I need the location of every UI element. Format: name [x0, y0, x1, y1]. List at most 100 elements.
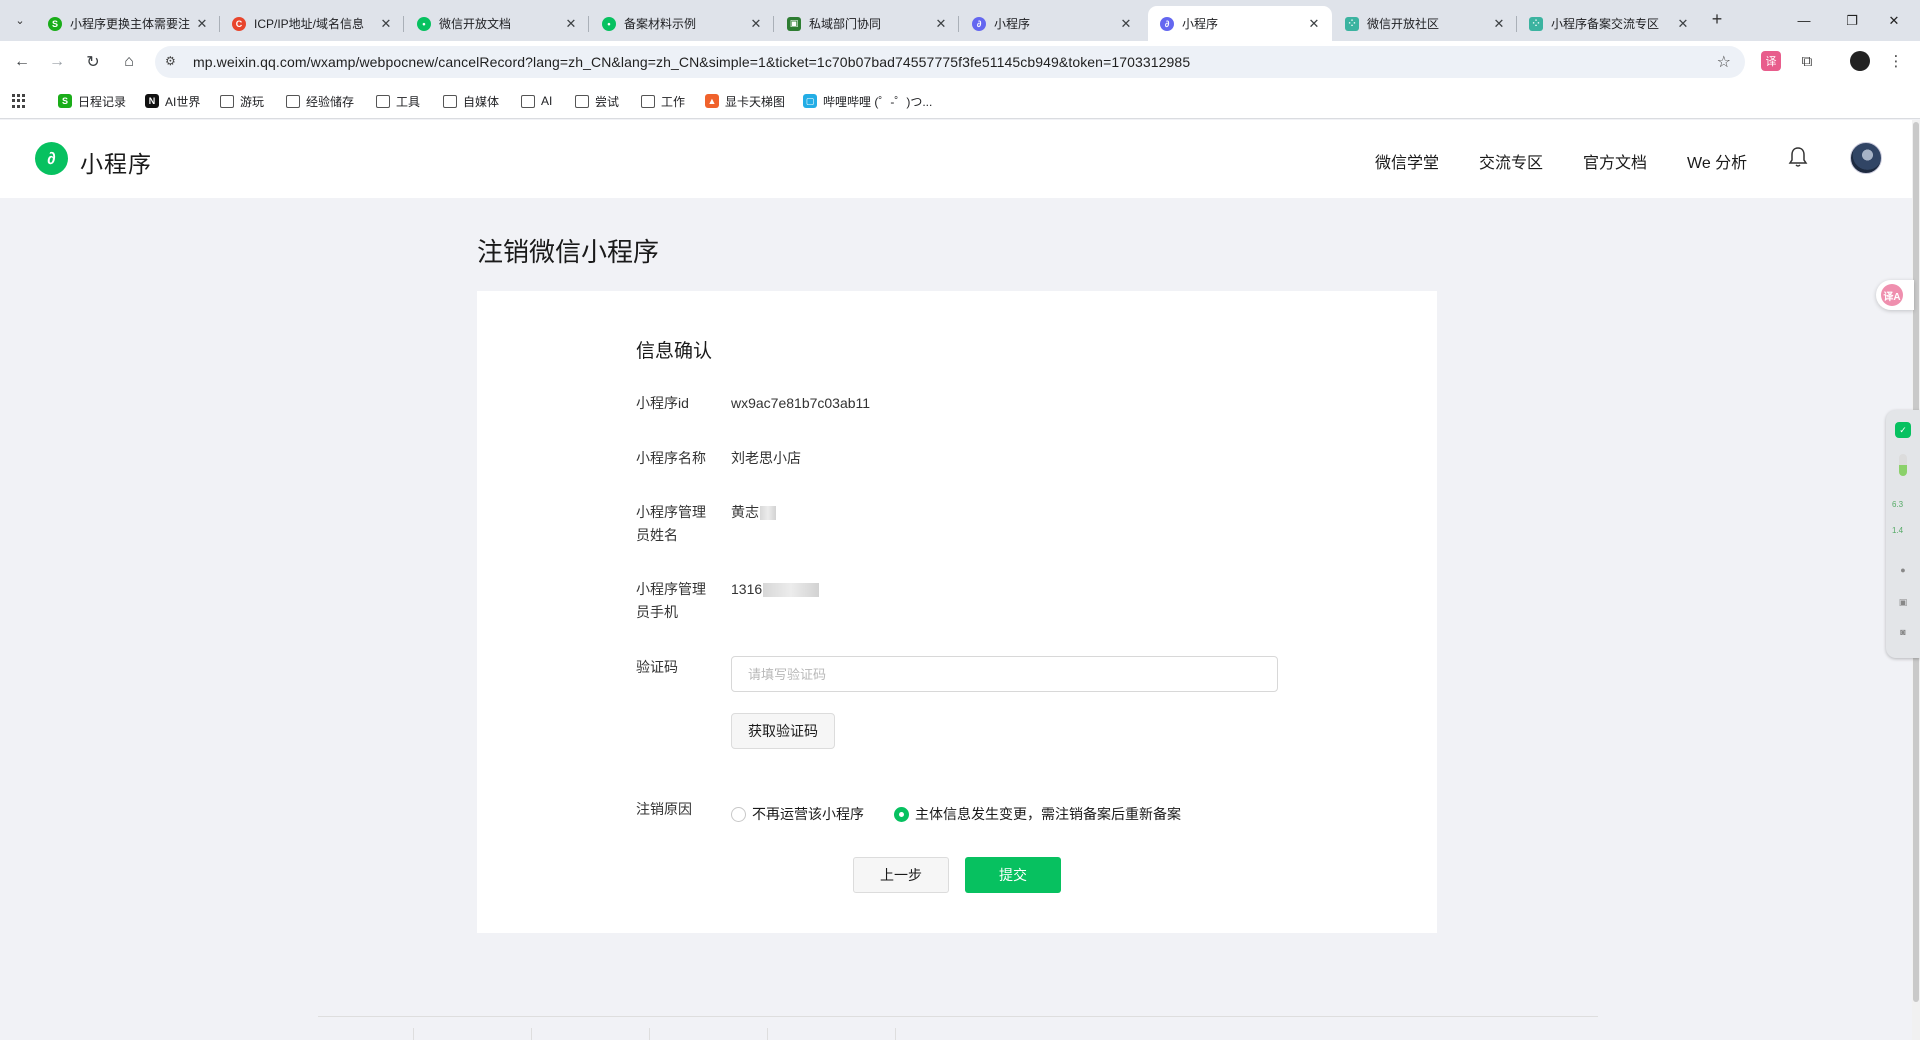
folder-icon: [376, 94, 390, 108]
bookmark-label: 哔哩哔哩 (゜-゜)つ...: [823, 94, 933, 109]
bookmark-favicon-icon: S: [58, 94, 72, 108]
new-tab-button[interactable]: +: [1705, 8, 1729, 32]
browser-menu-icon[interactable]: ⋮: [1886, 51, 1906, 71]
verification-code-input[interactable]: [731, 656, 1278, 692]
folder-icon: [286, 94, 300, 108]
tab-close-icon[interactable]: ✕: [1118, 16, 1134, 32]
chat-bubble-icon[interactable]: ●: [1895, 562, 1911, 578]
browser-tab[interactable]: ⁘ 小程序备案交流专区 ✕: [1517, 6, 1701, 41]
site-logo-text[interactable]: 小程序: [80, 145, 152, 179]
footer-divider: [649, 1028, 650, 1040]
verification-code-label: 验证码: [636, 659, 678, 675]
browser-tab-strip: ⌄ S 小程序更换主体需要注 ✕ C ICP/IP地址/域名信息 ✕ • 微信开…: [0, 0, 1920, 41]
screenshot-icon[interactable]: ◙: [1895, 624, 1911, 640]
memory-gauge-icon: [1899, 454, 1907, 476]
translate-extension-icon[interactable]: 译: [1761, 51, 1781, 71]
browser-tab[interactable]: ▣ 私域部门协同 ✕: [775, 6, 959, 41]
shield-check-icon[interactable]: ✓: [1895, 422, 1911, 438]
folder-icon: [521, 94, 535, 108]
bookmark-label: AI世界: [165, 94, 201, 109]
tab-close-icon[interactable]: ✕: [1675, 16, 1691, 32]
back-arrow-icon[interactable]: ←: [9, 49, 35, 75]
home-icon[interactable]: ⌂: [116, 49, 142, 75]
browser-tab[interactable]: • 备案材料示例 ✕: [590, 6, 774, 41]
bookmark-item[interactable]: ▢ 哔哩哔哩 (゜-゜)つ...: [803, 92, 932, 110]
address-bar[interactable]: ⚙ mp.weixin.qq.com/wxamp/webpocnew/cance…: [155, 46, 1745, 78]
radio-button-checked[interactable]: [894, 806, 909, 822]
miniprogram-logo-icon[interactable]: ∂: [35, 142, 68, 175]
tab-close-icon[interactable]: ✕: [378, 16, 394, 32]
address-url[interactable]: mp.weixin.qq.com/wxamp/webpocnew/cancelR…: [193, 54, 1190, 70]
browser-tab-active[interactable]: ∂ 小程序 ✕: [1148, 6, 1332, 41]
side-monitor-panel[interactable]: ✓ 6.3 1.4 ● ▣ ◙: [1886, 410, 1920, 658]
tab-search-chevron-icon[interactable]: ⌄: [8, 8, 32, 32]
tab-favicon-icon: S: [48, 16, 62, 31]
browser-tab[interactable]: • 微信开放文档 ✕: [405, 6, 589, 41]
tab-title: ICP/IP地址/域名信息: [254, 17, 365, 31]
previous-step-button[interactable]: 上一步: [853, 857, 949, 893]
tab-title: 小程序: [1182, 17, 1219, 31]
user-avatar[interactable]: [1850, 142, 1882, 174]
extensions-puzzle-icon[interactable]: ⧉: [1797, 51, 1817, 71]
admin-name-field: 黄志: [731, 501, 776, 524]
bookmark-folder[interactable]: 工具: [376, 92, 420, 110]
tab-close-icon[interactable]: ✕: [1491, 16, 1507, 32]
tab-separator: [773, 16, 774, 32]
bookmark-folder[interactable]: 自媒体: [443, 92, 499, 110]
cancel-reason-label: 注销原因: [636, 801, 692, 817]
bookmark-folder[interactable]: 尝试: [575, 92, 619, 110]
app-name-value: 刘老思小店: [731, 450, 801, 466]
reason-option-label: 不再运营该小程序: [752, 806, 864, 822]
notification-bell-icon[interactable]: [1788, 146, 1808, 168]
bookmark-star-icon[interactable]: ☆: [1717, 52, 1731, 72]
submit-button[interactable]: 提交: [965, 857, 1061, 893]
apps-grid-icon[interactable]: [12, 94, 26, 108]
reason-option-stop-operating[interactable]: 不再运营该小程序: [731, 804, 864, 824]
app-name-label: 小程序名称: [636, 450, 706, 466]
tab-title: 备案材料示例: [624, 17, 697, 31]
browser-tab[interactable]: S 小程序更换主体需要注 ✕: [36, 6, 220, 41]
radio-button[interactable]: [731, 806, 746, 822]
tab-close-icon[interactable]: ✕: [563, 16, 579, 32]
tab-favicon-icon: ⁘: [1529, 16, 1543, 31]
nav-link-wechat-academy[interactable]: 微信学堂: [1375, 149, 1439, 173]
download-speed-value: 1.4: [1892, 526, 1904, 535]
bookmark-folder[interactable]: 游玩: [220, 92, 264, 110]
admin-phone-value: 1316: [731, 581, 763, 597]
close-window-icon[interactable]: ✕: [1866, 0, 1920, 41]
bookmark-folder[interactable]: 工作: [641, 92, 685, 110]
nav-link-community[interactable]: 交流专区: [1479, 149, 1543, 173]
profile-avatar-icon[interactable]: [1850, 51, 1870, 71]
reason-option-entity-change[interactable]: 主体信息发生变更，需注销备案后重新备案: [894, 804, 1181, 824]
bookmark-label: 尝试: [595, 94, 620, 109]
cancel-info-card: 信息确认 小程序id wx9ac7e81b7c03ab11 小程序名称 刘老思小…: [477, 291, 1437, 933]
tab-close-icon[interactable]: ✕: [748, 16, 764, 32]
browser-tab[interactable]: C ICP/IP地址/域名信息 ✕: [220, 6, 404, 41]
section-title: 信息确认: [636, 341, 713, 362]
forward-arrow-icon[interactable]: →: [44, 49, 70, 75]
bookmark-item[interactable]: S 日程记录: [58, 92, 126, 110]
site-info-icon[interactable]: ⚙: [165, 54, 176, 68]
floating-translate-button[interactable]: 译A: [1876, 280, 1914, 310]
browser-tab[interactable]: ∂ 小程序 ✕: [960, 6, 1144, 41]
upload-speed-value: 6.3: [1892, 500, 1904, 509]
bookmark-item[interactable]: ▲ 显卡天梯图: [705, 92, 785, 110]
tab-title: 小程序更换主体需要注: [70, 17, 191, 31]
image-icon[interactable]: ▣: [1895, 594, 1911, 610]
tab-close-icon[interactable]: ✕: [933, 16, 949, 32]
bookmark-label: 工作: [661, 94, 686, 109]
nav-link-official-docs[interactable]: 官方文档: [1583, 149, 1647, 173]
tab-title: 私域部门协同: [809, 17, 882, 31]
bookmark-item[interactable]: N AI世界: [145, 92, 200, 110]
reload-icon[interactable]: ↻: [80, 49, 106, 75]
bookmark-favicon-icon: ▢: [803, 94, 817, 108]
bookmark-folder[interactable]: AI: [521, 92, 552, 110]
admin-name-value: 黄志: [731, 504, 759, 520]
admin-phone-field: 1316: [731, 578, 820, 601]
tab-close-icon[interactable]: ✕: [1306, 16, 1322, 32]
tab-close-icon[interactable]: ✕: [194, 16, 210, 32]
get-verification-code-button[interactable]: 获取验证码: [731, 713, 835, 749]
bookmark-folder[interactable]: 经验储存: [286, 92, 354, 110]
browser-tab[interactable]: ⁘ 微信开放社区 ✕: [1333, 6, 1517, 41]
nav-link-we-analytics[interactable]: We 分析: [1687, 149, 1747, 173]
